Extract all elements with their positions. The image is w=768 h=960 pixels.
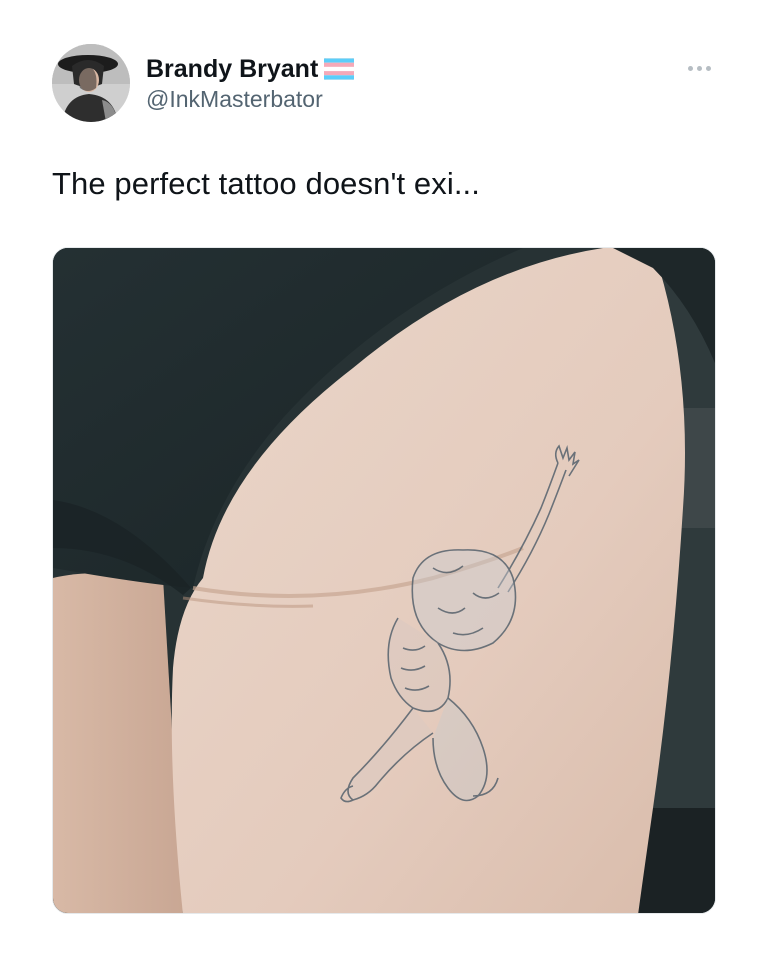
more-dot (687, 65, 693, 71)
tattoo-photo-icon (53, 248, 715, 913)
transgender-flag-icon (323, 57, 355, 81)
tweet-card: Brandy Bryant @InkMasterbator The perfec… (0, 0, 768, 960)
author-display-name[interactable]: Brandy Bryant (146, 55, 318, 84)
tweet-media-photo[interactable] (52, 247, 716, 914)
more-dot (696, 65, 702, 71)
author-avatar[interactable] (52, 44, 130, 122)
more-dot (705, 65, 711, 71)
tweet-text: The perfect tattoo doesn't exi... (52, 166, 480, 201)
avatar-photo-icon (52, 44, 130, 122)
author-handle[interactable]: @InkMasterbator (146, 86, 323, 113)
author-name-row: Brandy Bryant (146, 52, 355, 86)
more-options-icon[interactable] (682, 56, 716, 80)
